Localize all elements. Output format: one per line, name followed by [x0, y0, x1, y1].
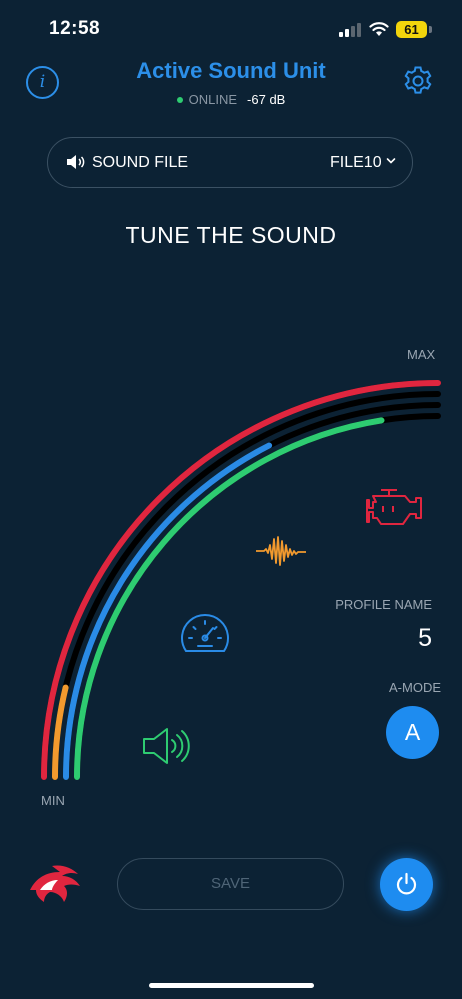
home-indicator	[149, 983, 314, 988]
speedometer-icon[interactable]	[178, 611, 232, 657]
engine-slider-track[interactable]	[41, 380, 441, 780]
power-button[interactable]	[380, 858, 433, 911]
save-button[interactable]: SAVE	[117, 858, 344, 910]
sound-wave-slider-track[interactable]	[52, 391, 441, 780]
speed-slider-track[interactable]	[63, 402, 441, 780]
a-mode-label: A-MODE	[389, 680, 441, 695]
profile-name-value[interactable]: 5	[380, 624, 432, 653]
power-icon	[396, 872, 417, 895]
engine-icon[interactable]	[363, 486, 425, 530]
profile-name-label: PROFILE NAME	[335, 597, 432, 612]
brand-logo-icon	[30, 865, 80, 902]
a-mode-button[interactable]: A	[386, 706, 439, 759]
engine-slider-fill[interactable]	[41, 380, 441, 780]
sound-wave-icon[interactable]	[255, 531, 315, 571]
volume-icon[interactable]	[142, 726, 192, 766]
